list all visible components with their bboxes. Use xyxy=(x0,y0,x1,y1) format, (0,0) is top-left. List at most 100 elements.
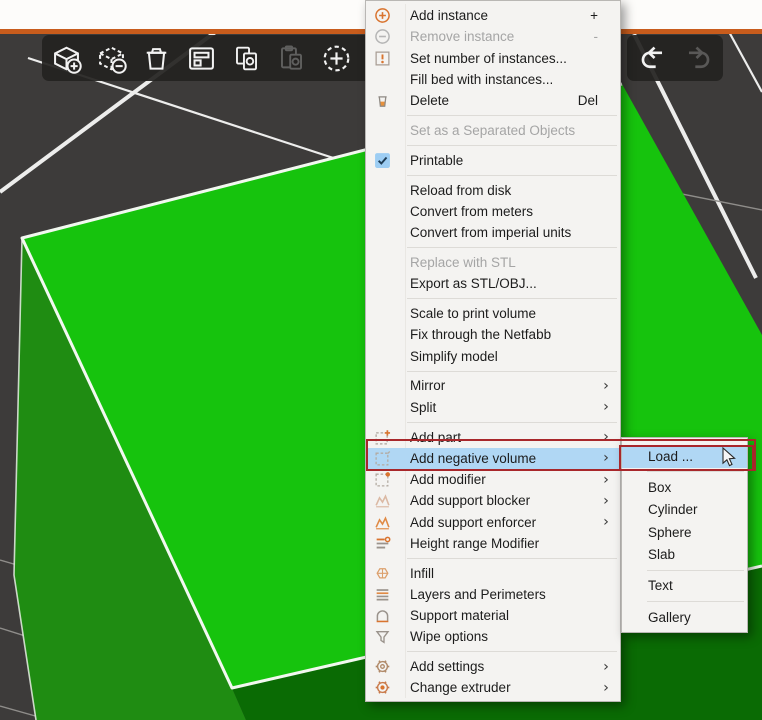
menu-item-split[interactable]: Split› xyxy=(366,397,620,418)
submenu-arrow-icon: › xyxy=(600,399,612,415)
undo-redo-toolbar xyxy=(627,35,723,81)
menu-item-label: Support material xyxy=(410,608,612,623)
menu-item-fill-bed-with-instances[interactable]: Fill bed with instances... xyxy=(366,69,620,90)
menu-separator xyxy=(407,558,617,559)
infill-icon xyxy=(372,565,393,582)
submenu-arrow-icon: › xyxy=(600,493,612,509)
menu-item-label: Add negative volume xyxy=(410,451,600,466)
submenu-arrow-icon: › xyxy=(600,429,612,445)
menu-item-fix-through-the-netfabb[interactable]: Fix through the Netfabb xyxy=(366,324,620,345)
menu-item-convert-from-imperial-units[interactable]: Convert from imperial units xyxy=(366,222,620,243)
dashed-square-icon xyxy=(372,450,393,467)
menu-item-label: Add instance xyxy=(410,8,578,23)
menu-item-cylinder[interactable]: Cylinder xyxy=(622,499,747,522)
paste-icon xyxy=(275,42,308,75)
circle-plus-icon xyxy=(372,7,393,24)
menu-item-label: Text xyxy=(648,578,739,593)
arrange-icon xyxy=(185,42,218,75)
menu-item-label: Wipe options xyxy=(410,629,612,644)
menu-item-set-number-of-instances[interactable]: Set number of instances... xyxy=(366,48,620,69)
add-instance-button[interactable] xyxy=(314,36,359,80)
menu-item-add-support-blocker[interactable]: Add support blocker› xyxy=(366,490,620,511)
gear-extruder-icon xyxy=(372,679,393,696)
menu-item-simplify-model[interactable]: Simplify model xyxy=(366,345,620,366)
arrange-button[interactable] xyxy=(179,36,224,80)
menu-item-label: Change extruder xyxy=(410,680,600,695)
menu-item-label: Layers and Perimeters xyxy=(410,587,612,602)
menu-item-sphere[interactable]: Sphere xyxy=(622,521,747,544)
submenu-arrow-icon: › xyxy=(600,472,612,488)
submenu-arrow-icon: › xyxy=(600,514,612,530)
support-icon xyxy=(372,607,393,624)
menu-item-box[interactable]: Box xyxy=(622,476,747,499)
copy-button[interactable] xyxy=(224,36,269,80)
menu-item-label: Fix through the Netfabb xyxy=(410,327,612,342)
menu-item-label: Gallery xyxy=(648,610,739,625)
menu-item-replace-with-stl[interactable]: Replace with STL xyxy=(366,252,620,273)
menu-item-change-extruder[interactable]: Change extruder› xyxy=(366,677,620,698)
menu-item-set-as-a-separated-objects[interactable]: Set as a Separated Objects xyxy=(366,120,620,141)
menu-item-add-instance[interactable]: Add instance+ xyxy=(366,5,620,26)
undo-button[interactable] xyxy=(630,36,675,80)
no-icon xyxy=(372,275,393,292)
menu-item-text[interactable]: Text xyxy=(622,575,747,598)
menu-item-support-material[interactable]: Support material xyxy=(366,605,620,626)
paste-button[interactable] xyxy=(269,36,314,80)
menu-item-scale-to-print-volume[interactable]: Scale to print volume xyxy=(366,303,620,324)
redo-button[interactable] xyxy=(676,36,721,80)
set-number-icon xyxy=(372,50,393,67)
menu-item-label: Sphere xyxy=(648,525,739,540)
menu-item-label: Delete xyxy=(410,93,566,108)
height-range-icon xyxy=(372,535,393,552)
menu-item-height-range-modifier[interactable]: Height range Modifier xyxy=(366,533,620,554)
menu-item-mirror[interactable]: Mirror› xyxy=(366,375,620,396)
menu-item-label: Cylinder xyxy=(648,502,739,517)
object-context-menu: Add instance+Remove instance- Set number … xyxy=(365,0,621,702)
no-icon xyxy=(372,348,393,365)
menu-item-label: Add support enforcer xyxy=(410,515,600,530)
copy-icon xyxy=(230,42,263,75)
menu-item-convert-from-meters[interactable]: Convert from meters xyxy=(366,201,620,222)
menu-item-wipe-options[interactable]: Wipe options xyxy=(366,626,620,647)
bucket-icon xyxy=(372,92,393,109)
menu-item-slab[interactable]: Slab xyxy=(622,544,747,567)
menu-item-label: Convert from imperial units xyxy=(410,225,612,240)
remove-object-button[interactable] xyxy=(89,36,134,80)
menu-item-export-as-stl-obj[interactable]: Export as STL/OBJ... xyxy=(366,273,620,294)
menu-item-gallery[interactable]: Gallery xyxy=(622,606,747,629)
layers-icon xyxy=(372,586,393,603)
menu-item-label: Set as a Separated Objects xyxy=(410,123,612,138)
menu-item-remove-instance[interactable]: Remove instance- xyxy=(366,26,620,47)
menu-item-label: Add settings xyxy=(410,659,600,674)
delete-all-button[interactable] xyxy=(134,36,179,80)
menu-item-printable[interactable]: Printable xyxy=(366,150,620,171)
menu-item-delete[interactable]: DeleteDel xyxy=(366,90,620,111)
menu-item-label: Reload from disk xyxy=(410,183,612,198)
cube-minus-icon xyxy=(95,42,128,75)
menu-item-add-part[interactable]: Add part› xyxy=(366,426,620,447)
menu-separator xyxy=(407,422,617,423)
menu-item-add-negative-volume[interactable]: Add negative volume› xyxy=(366,448,620,469)
submenu-arrow-icon: › xyxy=(600,450,612,466)
menu-item-reload-from-disk[interactable]: Reload from disk xyxy=(366,180,620,201)
menu-separator xyxy=(407,651,617,652)
no-icon xyxy=(372,254,393,271)
menu-item-label: Set number of instances... xyxy=(410,51,612,66)
menu-item-add-modifier[interactable]: Add modifier› xyxy=(366,469,620,490)
menu-item-label: Split xyxy=(410,400,600,415)
menu-item-label: Slab xyxy=(648,547,739,562)
no-icon xyxy=(372,377,393,394)
undo-arrow-icon xyxy=(636,42,669,75)
menu-item-add-settings[interactable]: Add settings› xyxy=(366,656,620,677)
menu-item-layers-and-perimeters[interactable]: Layers and Perimeters xyxy=(366,584,620,605)
menu-item-label: Export as STL/OBJ... xyxy=(410,276,612,291)
gear-icon xyxy=(372,658,393,675)
add-object-button[interactable] xyxy=(44,36,89,80)
submenu-arrow-icon: › xyxy=(600,659,612,675)
circle-plus-dashed-icon xyxy=(320,42,353,75)
dashed-square-plus-icon xyxy=(372,429,393,446)
no-icon xyxy=(372,203,393,220)
menu-item-infill[interactable]: Infill xyxy=(366,563,620,584)
menu-separator xyxy=(647,601,744,602)
menu-item-add-support-enforcer[interactable]: Add support enforcer› xyxy=(366,511,620,532)
